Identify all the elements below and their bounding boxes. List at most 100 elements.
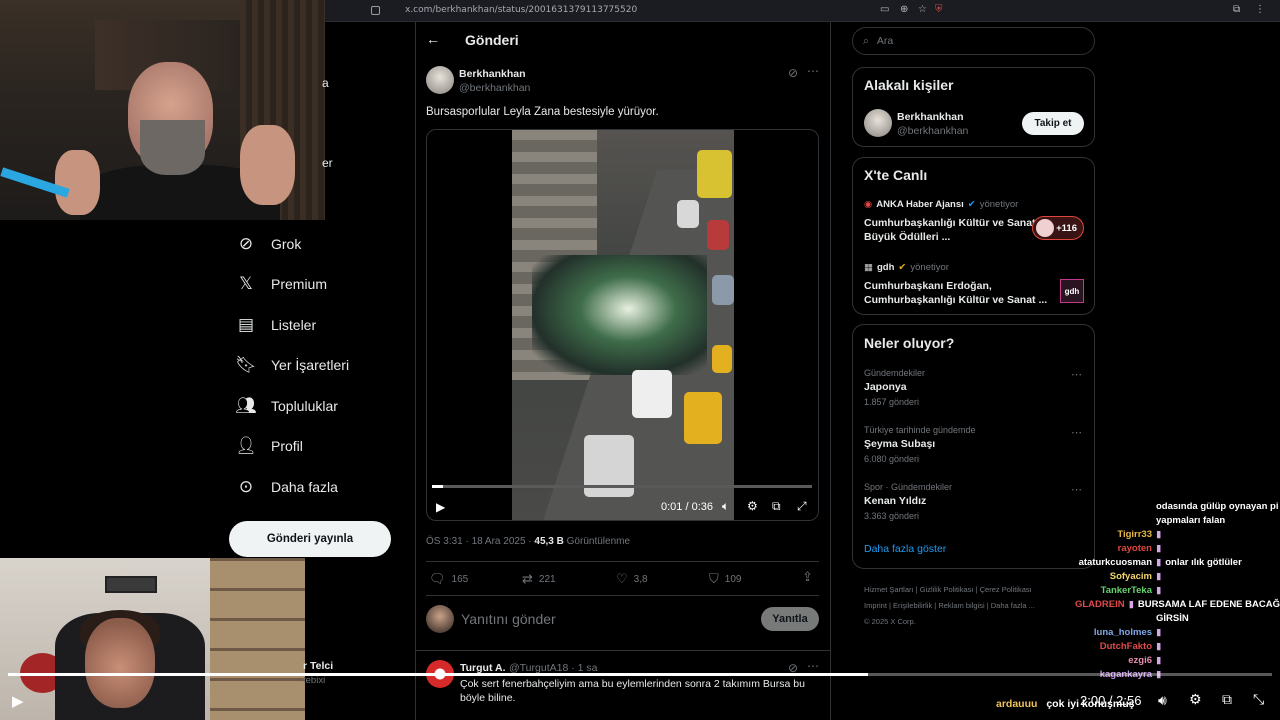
chat-message: GİRSİN	[1156, 613, 1189, 624]
footer-link[interactable]: Gizlilik Politikası	[920, 585, 974, 594]
nav-bookmarks[interactable]: 🔖︎ Yer İşaretleri	[235, 350, 349, 380]
chat-line: GİRSİN	[1060, 612, 1280, 626]
broadcast-icon: ◉	[864, 199, 873, 210]
bookmark-icon: 🔖︎	[235, 355, 257, 374]
repost-stat[interactable]: ⇄ 221	[522, 571, 556, 587]
chat-badge-icon: ▮	[1156, 585, 1162, 596]
bookmark-stat[interactable]: ⛉ 109	[709, 571, 741, 587]
chat-username	[1060, 514, 1152, 528]
nav-more[interactable]: ⊙ Daha fazla	[235, 472, 338, 502]
zoom-icon[interactable]: ⊕	[900, 4, 908, 15]
chat-username: rayoten	[1117, 543, 1152, 554]
trend-more-icon[interactable]: ⋯	[1071, 483, 1082, 496]
reply-button[interactable]: Yanıtla	[761, 607, 819, 631]
footer-link[interactable]: Daha fazla ...	[991, 601, 1035, 610]
url-text[interactable]: x.com/berkhankhan/status/200163137911377…	[405, 5, 637, 15]
chat-badge-icon: ▮	[1156, 641, 1162, 652]
webcam-streamer	[0, 0, 325, 220]
nav-partial-label-2: er	[322, 156, 333, 170]
trend-name[interactable]: Japonya	[864, 381, 907, 393]
trend-count: 6.080 gönderi	[864, 454, 920, 464]
nav-label-profile: Profil	[271, 438, 303, 454]
nav-grok[interactable]: ⊘ Grok	[235, 229, 301, 259]
nav-partial-label-1: a	[322, 76, 329, 90]
share-icon[interactable]: ⇪	[802, 569, 813, 585]
nav-profile[interactable]: 👤︎ Profil	[235, 431, 303, 461]
follow-button[interactable]: Takip et	[1022, 112, 1084, 135]
post-text: Bursasporlular Leyla Zana bestesiyle yür…	[426, 106, 659, 118]
video-play-icon[interactable]: ▶	[436, 500, 445, 514]
live-item-title[interactable]: Cumhurbaşkanı Erdoğan, Cumhurbaşkanlığı …	[864, 279, 1054, 307]
chat-line: Tigirr33 ▮	[1060, 528, 1280, 542]
related-name[interactable]: Berkhankhan	[897, 111, 964, 123]
trend-name[interactable]: Şeyma Subaşı	[864, 438, 935, 450]
browser-address-bar[interactable]: x.com/berkhankhan/status/200163137911377…	[325, 0, 1280, 22]
trend-name[interactable]: Kenan Yıldız	[864, 495, 926, 507]
nav-communities[interactable]: 👥︎ Topluluklar	[235, 391, 338, 421]
live-listeners-badge[interactable]: +116	[1032, 216, 1084, 240]
nav-lists[interactable]: ▤ Listeler	[235, 310, 316, 340]
stream-chat: odasında gülüp oynayan pi yapmaları falan…	[1060, 500, 1280, 720]
gdh-logo[interactable]: gdh	[1060, 279, 1084, 303]
video-fullscreen-icon[interactable]: ⤢	[797, 499, 807, 514]
stream-progress-bar[interactable]	[8, 673, 1272, 676]
stream-play-icon[interactable]: ▶	[12, 692, 24, 710]
chat-line: yapmaları falan	[1060, 514, 1280, 528]
reply-input[interactable]: Yanıtını gönder	[461, 611, 556, 627]
author-name[interactable]: Berkhankhan	[459, 68, 526, 80]
footer-link[interactable]: Çerez Politikası	[980, 585, 1032, 594]
live-source-2[interactable]: ▦ gdh ✔ yönetiyor	[864, 262, 949, 273]
author-avatar[interactable]	[426, 66, 454, 94]
post-button[interactable]: Gönderi yayınla	[229, 521, 391, 557]
footer-link[interactable]: Imprint	[864, 601, 887, 610]
nav-label-lists: Listeler	[271, 317, 317, 333]
more-options-icon[interactable]: ⋯	[807, 64, 819, 78]
screen-icon[interactable]: ▭	[880, 4, 889, 15]
footer-link[interactable]: Erişilebilirlik	[893, 601, 932, 610]
related-handle[interactable]: @berkhankhan	[897, 125, 968, 137]
live-item-title[interactable]: Cumhurbaşkanlığı Kültür ve Sanat Büyük Ö…	[864, 216, 1049, 244]
trend-more-icon[interactable]: ⋯	[1071, 368, 1082, 381]
star-icon[interactable]: ☆	[918, 4, 927, 15]
browser-menu-icon[interactable]: ⋮	[1255, 4, 1265, 15]
like-stat[interactable]: ♡ 3,8	[616, 571, 648, 587]
extensions-icon[interactable]: ⧉	[1233, 4, 1240, 15]
search-input[interactable]: ⌕ Ara	[852, 27, 1095, 55]
grok-icon[interactable]: ⊘	[788, 66, 798, 80]
exit-fullscreen-icon[interactable]: ⤡	[1253, 691, 1264, 708]
back-arrow-icon[interactable]: ←	[426, 31, 440, 47]
tab-icon[interactable]	[371, 6, 380, 15]
live-source-1[interactable]: ◉ ANKA Haber Ajansı ✔ yönetiyor	[864, 199, 1018, 210]
comment-icon: 🗨︎	[429, 571, 446, 586]
trend-count: 1.857 gönderi	[864, 397, 920, 407]
video-progress-bar[interactable]	[432, 485, 812, 488]
stream-progress-fill	[8, 673, 868, 676]
chat-message: yapmaları falan	[1156, 515, 1226, 526]
video-volume-icon[interactable]: 🔈︎	[722, 499, 729, 514]
trend-meta: Gündemdekiler	[864, 368, 926, 378]
reply-stat[interactable]: 🗨︎ 165	[429, 571, 468, 587]
author-handle[interactable]: @berkhankhan	[459, 82, 530, 94]
footer-link[interactable]: Hizmet Şartları	[864, 585, 914, 594]
video-settings-icon[interactable]: ⚙	[747, 499, 758, 513]
trend-count: 3.363 gönderi	[864, 511, 920, 521]
video-pip-icon[interactable]: ⧉	[772, 499, 781, 514]
repost-icon: ⇄	[522, 571, 533, 586]
trend-more-icon[interactable]: ⋯	[1071, 426, 1082, 439]
copyright: © 2025 X Corp.	[864, 617, 916, 626]
divider	[426, 595, 819, 596]
show-more-link[interactable]: Daha fazla göster	[864, 543, 946, 555]
related-avatar[interactable]	[864, 109, 892, 137]
listener-avatar	[1036, 219, 1054, 237]
volume-icon[interactable]: 🔊︎	[1158, 692, 1167, 709]
account-name-partial[interactable]: r Telci	[303, 660, 333, 672]
settings-icon[interactable]: ⚙	[1189, 691, 1202, 708]
more-options-icon[interactable]: ⋯	[807, 659, 819, 673]
chat-badge-icon: ▮	[1128, 599, 1134, 610]
miniplayer-icon[interactable]: ⧉	[1222, 691, 1232, 708]
nav-premium[interactable]: 𝕏 Premium	[235, 269, 327, 299]
video-player[interactable]	[426, 129, 819, 521]
extension-icon[interactable]: ⛨	[935, 4, 943, 15]
chat-username: Tigirr33	[1117, 529, 1152, 540]
footer-link[interactable]: Reklam bilgisi	[938, 601, 984, 610]
